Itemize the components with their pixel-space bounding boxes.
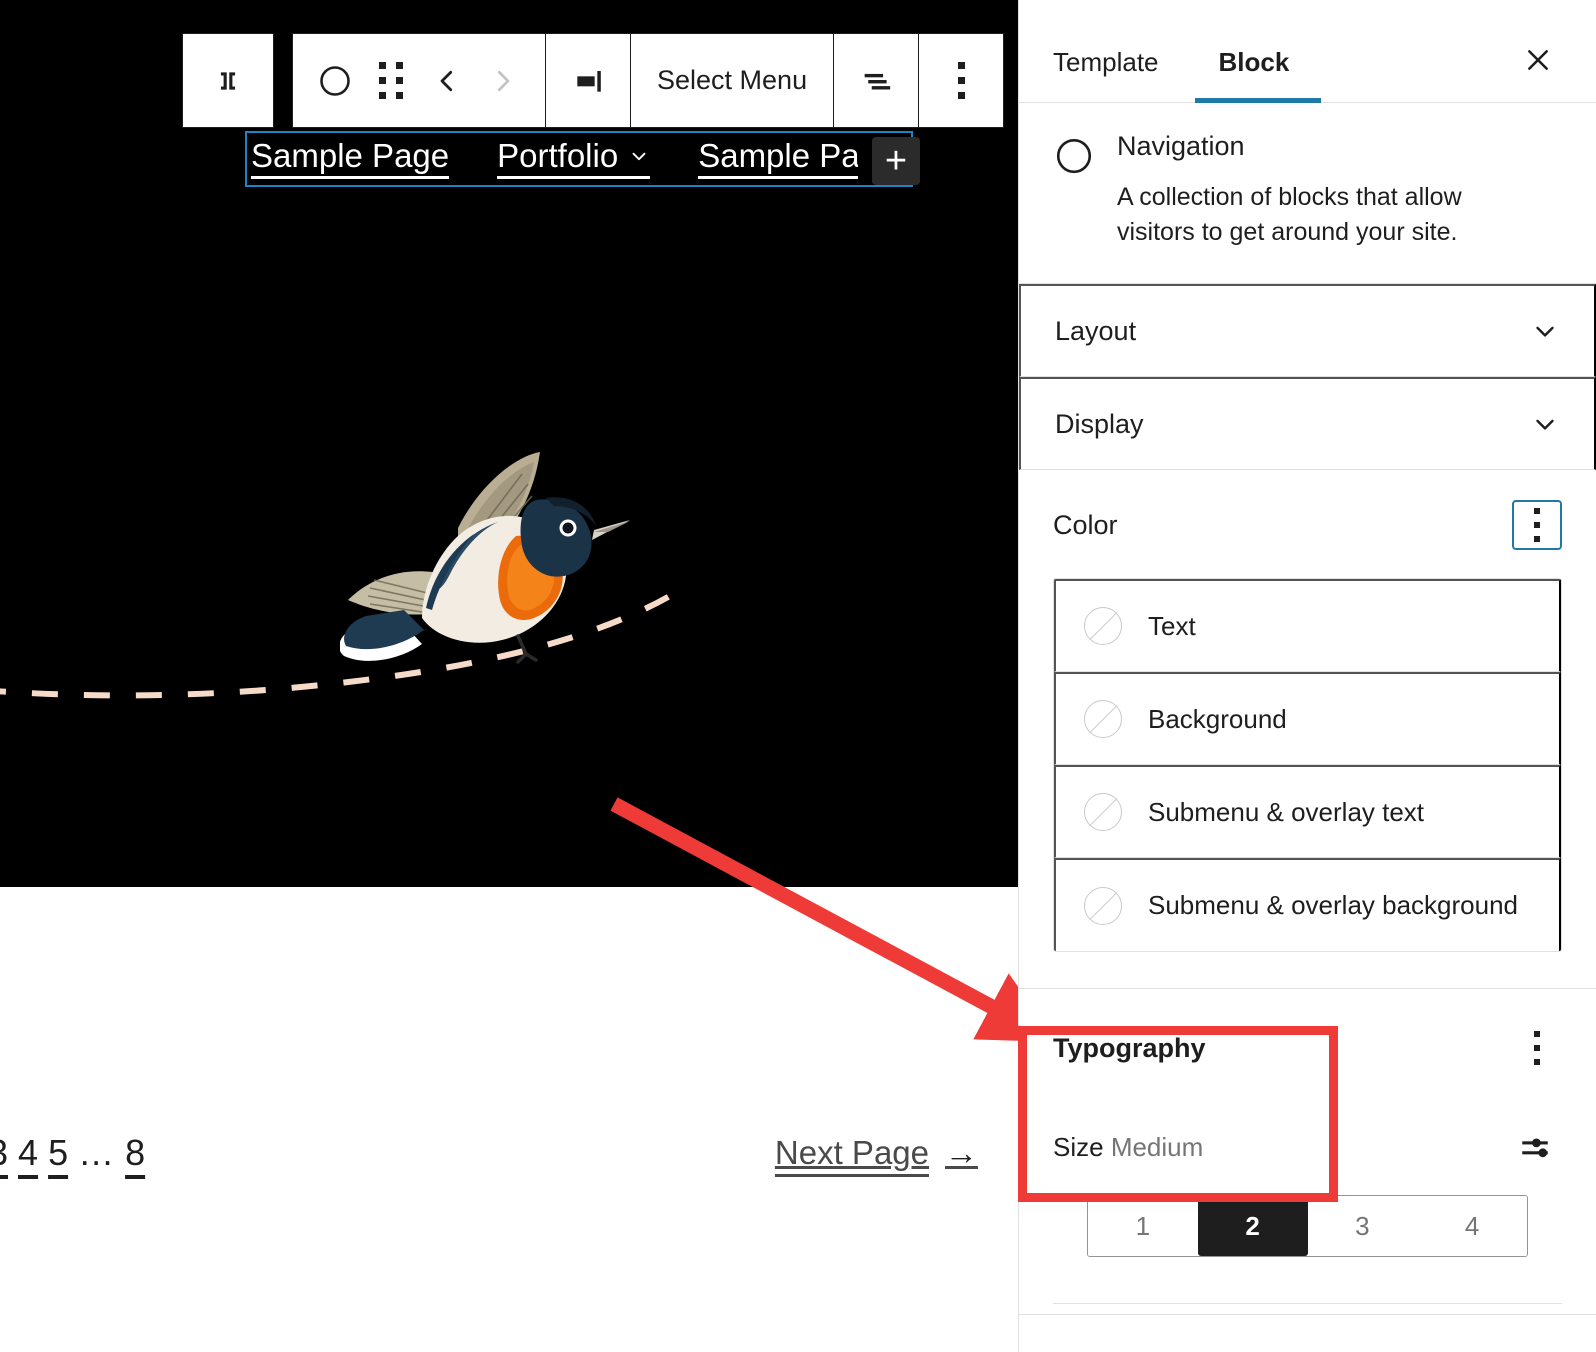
toolbar-group-align xyxy=(546,34,630,127)
next-page-link[interactable]: Next Page → xyxy=(775,1134,978,1172)
color-option-label: Submenu & overlay background xyxy=(1148,890,1519,920)
chevron-right-icon xyxy=(497,70,510,91)
tab-block[interactable]: Block xyxy=(1219,47,1290,102)
color-section: Color Text Background Submenu & overlay … xyxy=(1019,470,1596,989)
panel-layout[interactable]: Layout xyxy=(1019,284,1596,377)
select-parent-block-button[interactable] xyxy=(182,33,274,128)
pagination-numbers: 3 4 5 … 8 xyxy=(0,1132,145,1174)
toolbar-group-options xyxy=(919,34,1003,127)
size-settings-button[interactable] xyxy=(1508,1125,1562,1169)
chevron-down-icon xyxy=(1536,419,1554,430)
size-option-1[interactable]: 1 xyxy=(1088,1196,1198,1256)
color-section-title: Color xyxy=(1053,509,1118,540)
navigation-block[interactable]: Sample Page Portfolio Sample Pa + xyxy=(245,131,920,187)
align-button[interactable] xyxy=(560,34,616,127)
no-color-swatch-icon xyxy=(1084,886,1122,925)
settings-sidebar: Template Block Navigation A collection o… xyxy=(1018,0,1596,1352)
nav-item-label: Sample Page xyxy=(251,137,450,174)
nav-item-portfolio[interactable]: Portfolio xyxy=(497,137,651,179)
typography-options-button[interactable] xyxy=(1512,1023,1562,1073)
typography-section-title: Typography xyxy=(1053,1032,1206,1063)
bird-illustration xyxy=(340,452,630,664)
close-sidebar-button[interactable] xyxy=(1516,38,1560,82)
color-option-submenu-overlay-background[interactable]: Submenu & overlay background xyxy=(1054,858,1561,951)
color-option-background[interactable]: Background xyxy=(1054,672,1561,765)
size-label-text: Size xyxy=(1053,1131,1104,1162)
page-link-4[interactable]: 4 xyxy=(18,1132,38,1174)
no-color-swatch-icon xyxy=(1084,700,1122,738)
justify-icon xyxy=(864,73,891,89)
chevron-left-icon xyxy=(440,70,453,91)
chevron-down-icon xyxy=(632,152,646,160)
size-toggle-group: 1 2 3 4 xyxy=(1087,1195,1528,1257)
select-menu-button[interactable]: Select Menu xyxy=(631,34,833,127)
three-dots-vertical-icon xyxy=(1534,508,1540,542)
justify-items-button[interactable] xyxy=(848,34,904,127)
three-dots-vertical-icon xyxy=(1534,1031,1540,1065)
nav-item-sample-page[interactable]: Sample Page xyxy=(251,137,450,179)
block-toolbar: Select Menu xyxy=(182,33,1005,128)
block-description: A collection of blocks that allow visito… xyxy=(1117,183,1462,246)
chevron-down-icon xyxy=(1536,326,1554,337)
three-dots-vertical-icon xyxy=(957,62,965,99)
move-right-button[interactable] xyxy=(475,34,531,127)
block-options-button[interactable] xyxy=(933,34,989,127)
add-block-appender-button[interactable]: + xyxy=(872,137,920,185)
panel-display-label: Display xyxy=(1055,408,1144,439)
size-option-4[interactable]: 4 xyxy=(1417,1196,1527,1256)
typography-size-label: Size Medium xyxy=(1053,1132,1203,1163)
nav-item-sample-page-2[interactable]: Sample Pa xyxy=(698,139,859,179)
move-left-button[interactable] xyxy=(419,34,475,127)
align-right-icon xyxy=(577,70,601,92)
sidebar-tabs: Template Block xyxy=(1019,0,1596,103)
color-option-text[interactable]: Text xyxy=(1054,579,1561,672)
block-info-text: Navigation A collection of blocks that a… xyxy=(1117,131,1517,249)
toolbar-group-block xyxy=(293,34,545,127)
page-link-last[interactable]: 8 xyxy=(125,1132,145,1174)
block-type-button[interactable] xyxy=(307,34,363,127)
color-section-header: Color xyxy=(1053,500,1562,550)
color-option-label: Text xyxy=(1148,610,1196,641)
compass-icon xyxy=(320,65,350,96)
no-color-swatch-icon xyxy=(1084,793,1122,831)
color-option-label: Submenu & overlay text xyxy=(1148,796,1425,827)
tab-template[interactable]: Template xyxy=(1053,47,1159,102)
block-info-panel: Navigation A collection of blocks that a… xyxy=(1019,103,1596,284)
nav-item-label: Portfolio xyxy=(497,137,619,174)
compass-icon xyxy=(1053,131,1095,249)
color-option-submenu-overlay-text[interactable]: Submenu & overlay text xyxy=(1054,765,1561,858)
block-toolbar-main: Select Menu xyxy=(292,33,1005,128)
page-link-3[interactable]: 3 xyxy=(0,1132,8,1174)
section-divider xyxy=(1053,1303,1562,1304)
drag-dots-icon xyxy=(379,62,403,99)
no-color-swatch-icon xyxy=(1084,607,1122,645)
editor-window: 3 4 5 … 8 Next Page → xyxy=(0,0,1596,1352)
panel-layout-label: Layout xyxy=(1055,315,1137,346)
pagination-ellipsis: … xyxy=(78,1132,116,1173)
next-page-label: Next Page xyxy=(774,1134,929,1171)
nav-item-label: Sample Pa xyxy=(698,139,859,174)
size-option-3[interactable]: 3 xyxy=(1307,1196,1418,1256)
parent-block-icon xyxy=(220,71,236,90)
toolbar-group-justify xyxy=(834,34,918,127)
navigation-items: Sample Page Portfolio Sample Pa xyxy=(247,137,859,179)
typography-section: Typography Size Medium 1 2 3 4 xyxy=(1019,989,1596,1315)
typography-size-row: Size Medium xyxy=(1053,1125,1562,1169)
size-value-text: Medium xyxy=(1110,1131,1204,1162)
color-options-list: Text Background Submenu & overlay text S… xyxy=(1053,578,1562,952)
typography-section-header: Typography xyxy=(1053,1023,1562,1073)
color-option-label: Background xyxy=(1148,703,1287,734)
pagination-row: 3 4 5 … 8 Next Page → xyxy=(0,1118,1018,1188)
color-options-button[interactable] xyxy=(1512,500,1562,550)
editor-canvas: 3 4 5 … 8 Next Page → xyxy=(0,0,1018,1352)
drag-handle-button[interactable] xyxy=(363,34,419,127)
close-icon xyxy=(1528,50,1548,70)
arrow-right-icon: → xyxy=(945,1134,978,1171)
size-option-2[interactable]: 2 xyxy=(1197,1196,1308,1256)
block-title: Navigation xyxy=(1117,131,1245,161)
panel-display[interactable]: Display xyxy=(1019,377,1596,470)
sliders-icon xyxy=(1522,1138,1548,1158)
page-link-5[interactable]: 5 xyxy=(48,1132,68,1174)
